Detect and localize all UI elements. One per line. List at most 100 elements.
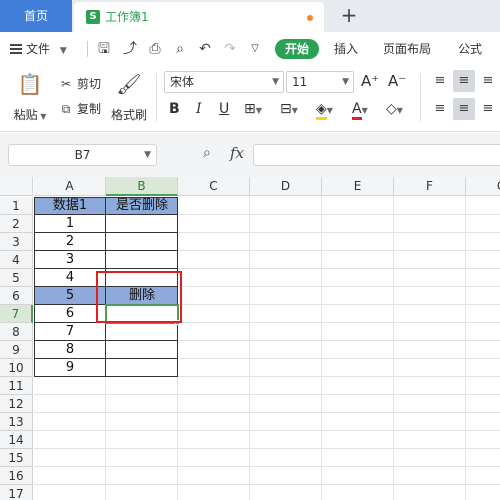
- undo-icon[interactable]: ↶: [196, 40, 214, 58]
- select-all-corner[interactable]: [0, 177, 33, 196]
- font-color-button[interactable]: A▼: [352, 99, 368, 120]
- save-icon[interactable]: 🖫: [95, 40, 113, 58]
- export-pdf-icon[interactable]: ⤴: [121, 40, 139, 58]
- paste-label: 粘贴 ▼: [13, 108, 47, 122]
- print-icon[interactable]: ⎙: [146, 40, 164, 58]
- name-box[interactable]: B7 ▼: [8, 144, 157, 166]
- brush-icon: 🖌: [116, 72, 142, 96]
- row-header-16[interactable]: 16: [0, 467, 33, 485]
- cell-a10[interactable]: 9: [34, 359, 106, 377]
- customize-toolbar-icon[interactable]: ▽: [246, 40, 264, 58]
- merge-cells-icon[interactable]: ⊟▼: [280, 99, 298, 119]
- home-tab[interactable]: 首页: [0, 0, 72, 32]
- cell-a3[interactable]: 2: [34, 233, 106, 251]
- gridline: [393, 197, 394, 500]
- cell-a4[interactable]: 3: [34, 251, 106, 269]
- annotation-highlight-box: [96, 271, 182, 323]
- gridline: [34, 484, 500, 485]
- table-border: [34, 340, 178, 341]
- row-header-2[interactable]: 2: [0, 215, 33, 233]
- ribbon-toolbar: 📋 粘贴 ▼ ✂ 剪切 ⧉ 复制 🖌 格式刷 宋体 ▼ 11 ▼ A⁺ A⁻ B I…: [0, 66, 500, 132]
- row-header-10[interactable]: 10: [0, 359, 33, 377]
- title-tab-bar: 首页 S 工作簿1 +: [0, 0, 500, 32]
- cut-label: 剪切: [77, 77, 102, 91]
- row-header-1[interactable]: 1: [0, 197, 33, 215]
- borders-icon[interactable]: ⊞▼: [244, 99, 262, 119]
- gridline: [34, 394, 500, 395]
- cell-a2[interactable]: 1: [34, 215, 106, 233]
- row-header-17[interactable]: 17: [0, 485, 33, 500]
- print-preview-icon[interactable]: ⌕: [171, 40, 189, 58]
- underline-button[interactable]: U: [219, 99, 229, 119]
- row-header-5[interactable]: 5: [0, 269, 33, 287]
- table-border: [34, 232, 178, 233]
- menu-bar: 文件 ▼ 🖫 ⤴ ⎙ ⌕ ↶ ↷ ▽ 开始 插入 页面布局 公式: [0, 32, 500, 66]
- gridline: [177, 197, 178, 500]
- grow-font-button[interactable]: A⁺: [361, 72, 379, 90]
- fx-icon[interactable]: fx: [230, 144, 244, 162]
- font-name-select[interactable]: 宋体 ▼: [164, 71, 284, 93]
- shrink-font-button[interactable]: A⁻: [388, 72, 406, 90]
- clear-format-icon[interactable]: ◇▼: [386, 99, 403, 119]
- zoom-icon[interactable]: ⌕: [203, 145, 211, 161]
- cell-a1[interactable]: 数据1: [34, 197, 106, 215]
- align-center-icon[interactable]: ≡: [453, 98, 475, 120]
- gridline: [249, 197, 250, 500]
- tab-start[interactable]: 开始: [275, 39, 320, 59]
- align-left-icon[interactable]: ≡: [429, 98, 451, 120]
- font-size-select[interactable]: 11 ▼: [286, 71, 354, 93]
- clipboard-icon: 📋: [17, 72, 43, 96]
- tab-insert[interactable]: 插入: [334, 32, 358, 66]
- copy-button[interactable]: ⧉ 复制: [58, 100, 101, 117]
- row-header-8[interactable]: 8: [0, 323, 33, 341]
- row-header-6[interactable]: 6: [0, 287, 33, 305]
- row-header-12[interactable]: 12: [0, 395, 33, 413]
- align-middle-icon[interactable]: ≡: [453, 70, 475, 92]
- row-header-14[interactable]: 14: [0, 431, 33, 449]
- row-header-9[interactable]: 9: [0, 341, 33, 359]
- gridline: [34, 430, 500, 431]
- redo-icon[interactable]: ↷: [221, 40, 239, 58]
- tab-formula[interactable]: 公式: [458, 32, 482, 66]
- row-header-7[interactable]: 7: [0, 305, 33, 323]
- workbook-tab[interactable]: S 工作簿1: [74, 2, 324, 32]
- cell-a9[interactable]: 8: [34, 341, 106, 359]
- column-header-a[interactable]: A: [34, 177, 106, 196]
- spreadsheet-icon: S: [86, 10, 100, 24]
- cut-button[interactable]: ✂ 剪切: [58, 75, 101, 92]
- align-top-icon[interactable]: ≡: [429, 70, 451, 92]
- cell-a8[interactable]: 7: [34, 323, 106, 341]
- fill-color-icon[interactable]: ◈▼: [316, 99, 333, 120]
- font-name-value: 宋体: [170, 75, 195, 89]
- column-header-c[interactable]: C: [178, 177, 250, 196]
- new-tab-button[interactable]: +: [338, 4, 360, 26]
- format-painter-button[interactable]: 🖌 格式刷: [108, 72, 150, 123]
- row-header-3[interactable]: 3: [0, 233, 33, 251]
- column-header-f[interactable]: F: [394, 177, 466, 196]
- row-header-11[interactable]: 11: [0, 377, 33, 395]
- separator: [156, 74, 157, 122]
- cell-area[interactable]: 数据1 是否删除 1 2 3 4 5 删除 6 7 8 9: [34, 197, 500, 500]
- table-border: [34, 268, 178, 269]
- gridline: [34, 448, 500, 449]
- column-header-g[interactable]: G: [466, 177, 500, 196]
- table-border: [34, 214, 178, 215]
- gridline: [34, 412, 500, 413]
- italic-button[interactable]: I: [196, 99, 202, 119]
- column-header-d[interactable]: D: [250, 177, 322, 196]
- align-right-icon[interactable]: ≡: [477, 98, 499, 120]
- bold-button[interactable]: B: [169, 99, 180, 119]
- row-header-13[interactable]: 13: [0, 413, 33, 431]
- chevron-down-icon: ▼: [272, 77, 279, 87]
- column-header-e[interactable]: E: [322, 177, 394, 196]
- row-header-4[interactable]: 4: [0, 251, 33, 269]
- paste-button[interactable]: 📋 粘贴 ▼: [12, 72, 48, 123]
- tab-page-layout[interactable]: 页面布局: [383, 32, 431, 66]
- formula-input[interactable]: [253, 144, 500, 166]
- row-header-15[interactable]: 15: [0, 449, 33, 467]
- file-menu[interactable]: 文件 ▼: [10, 32, 67, 66]
- formula-bar: B7 ▼ ⌕ fx: [0, 133, 500, 177]
- column-header-b[interactable]: B: [106, 177, 178, 196]
- cell-b1[interactable]: 是否删除: [106, 197, 178, 215]
- align-bottom-icon[interactable]: ≡: [477, 70, 499, 92]
